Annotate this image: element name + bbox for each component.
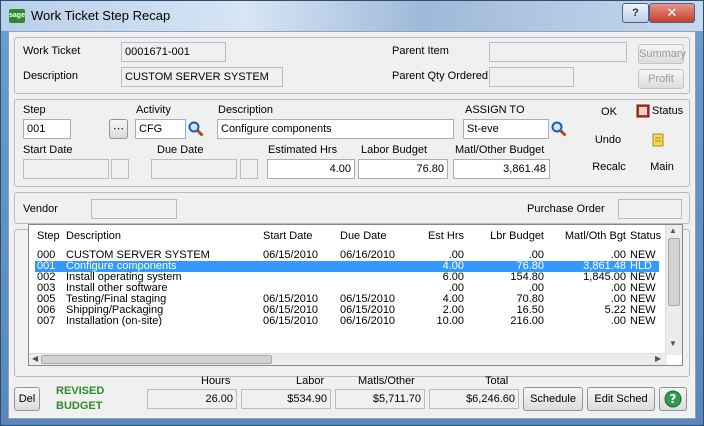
purchase-order-label: Purchase Order xyxy=(527,203,605,215)
parent-qty-label: Parent Qty Ordered xyxy=(392,70,488,82)
window-title: Work Ticket Step Recap xyxy=(31,8,171,23)
delete-button[interactable]: Del xyxy=(14,387,40,411)
undo-button[interactable]: Undo xyxy=(591,134,625,146)
est-hrs-label: Estimated Hrs xyxy=(268,144,338,156)
horizontal-scroll-thumb[interactable] xyxy=(41,355,272,364)
step-field[interactable]: 001 xyxy=(23,119,71,139)
step-description-label: Description xyxy=(218,104,274,116)
purchase-order-field xyxy=(618,199,682,219)
matl-budget-field[interactable]: 3,861.48 xyxy=(453,159,550,179)
matl-budget-label: Matl/Other Budget xyxy=(455,144,545,156)
labor-budget-label: Labor Budget xyxy=(361,144,428,156)
labor-budget-field[interactable]: 76.80 xyxy=(358,159,448,179)
column-header[interactable]: Est Hrs xyxy=(416,230,464,242)
matls-label: Matls/Other xyxy=(358,375,415,387)
recalc-button[interactable]: Recalc xyxy=(589,161,629,173)
column-header[interactable]: Description xyxy=(66,230,256,242)
table-cell[interactable]: 06/15/2010 xyxy=(263,315,333,327)
vendor-group: Vendor Purchase Order xyxy=(14,192,690,224)
notepad-icon[interactable] xyxy=(651,133,665,147)
summary-button[interactable]: Summary xyxy=(638,44,686,64)
table-cell[interactable]: .00 xyxy=(549,315,626,327)
budget-label: BUDGET xyxy=(56,400,103,412)
column-header[interactable]: Step xyxy=(37,230,65,242)
parent-qty-field xyxy=(489,67,574,87)
assign-search-icon[interactable] xyxy=(551,121,567,137)
table-cell[interactable]: 06/16/2010 xyxy=(340,315,410,327)
title-bar[interactable]: sage Work Ticket Step Recap ? ✕ xyxy=(1,1,703,31)
column-header[interactable]: Due Date xyxy=(340,230,410,242)
grand-total-field: $6,246.60 xyxy=(429,389,519,409)
due-date-calendar-button xyxy=(240,159,258,179)
description-label: Description xyxy=(23,70,79,82)
schedule-button[interactable]: Schedule xyxy=(523,387,583,411)
activity-field[interactable]: CFG xyxy=(135,119,186,139)
column-header[interactable]: Lbr Budget xyxy=(465,230,544,242)
vendor-label: Vendor xyxy=(23,203,58,215)
column-header[interactable]: Matl/Oth Bgt xyxy=(549,230,626,242)
column-header[interactable]: Status xyxy=(630,230,670,242)
total-label: Total xyxy=(485,375,509,387)
due-date-field xyxy=(151,159,237,179)
header-group: Work Ticket 0001671-001 Description CUST… xyxy=(14,37,690,94)
start-date-calendar-button xyxy=(111,159,129,179)
labor-total-field: $534.90 xyxy=(241,389,331,409)
step-lookup-button[interactable]: ⋯ xyxy=(109,119,128,139)
table-cell[interactable]: 007 xyxy=(37,315,65,327)
help-icon: ? xyxy=(664,390,682,408)
assign-to-field[interactable]: St-eve xyxy=(463,119,549,139)
status-button[interactable]: Status xyxy=(652,105,690,117)
due-date-label: Due Date xyxy=(157,144,204,156)
labor-label: Labor xyxy=(296,375,325,387)
edit-schedule-button[interactable]: Edit Sched xyxy=(587,387,655,411)
est-hrs-field[interactable]: 4.00 xyxy=(267,159,355,179)
svg-text:?: ? xyxy=(670,392,677,406)
vendor-field xyxy=(91,199,177,219)
hours-label: Hours xyxy=(201,375,231,387)
profit-button[interactable]: Profit xyxy=(638,69,684,89)
start-date-label: Start Date xyxy=(23,144,73,156)
step-group: Step 001 ⋯ Activity CFG Description Conf… xyxy=(14,99,690,187)
description-field: CUSTOM SERVER SYSTEM xyxy=(121,67,283,87)
table-cell[interactable]: NEW xyxy=(630,315,670,327)
table-cell[interactable]: 06/15/2010 xyxy=(263,249,333,261)
ok-button[interactable]: OK xyxy=(595,106,623,118)
window-frame: sage Work Ticket Step Recap ? ✕ Work Tic… xyxy=(0,0,704,426)
column-header[interactable]: Start Date xyxy=(263,230,333,242)
assign-to-label: ASSIGN TO xyxy=(465,104,525,116)
help-title-button[interactable]: ? xyxy=(622,3,649,23)
vertical-scrollbar[interactable]: ▲ ▼ xyxy=(665,225,682,355)
step-label: Step xyxy=(23,104,46,116)
table-cell[interactable]: 216.00 xyxy=(465,315,544,327)
horizontal-scrollbar[interactable]: ◀ ▶ xyxy=(29,353,667,365)
activity-label: Activity xyxy=(136,104,171,116)
parent-item-field xyxy=(489,42,627,62)
parent-item-label: Parent Item xyxy=(392,45,449,57)
steps-grid[interactable]: Step Description Start Date Due Date Est Hrs… xyxy=(28,224,683,366)
help-button[interactable]: ? xyxy=(659,387,687,411)
work-ticket-field: 0001671-001 xyxy=(121,42,226,62)
table-cell[interactable]: 06/16/2010 xyxy=(340,249,410,261)
step-description-field[interactable]: Configure components xyxy=(217,119,454,139)
start-date-field xyxy=(23,159,109,179)
vertical-scroll-thumb[interactable] xyxy=(668,238,680,306)
table-cell[interactable]: 10.00 xyxy=(416,315,464,327)
matls-total-field: $5,711.70 xyxy=(335,389,425,409)
revised-label: REVISED xyxy=(56,385,105,397)
sage-icon: sage xyxy=(9,9,25,23)
main-button[interactable]: Main xyxy=(647,161,677,173)
work-ticket-label: Work Ticket xyxy=(23,45,81,57)
activity-search-icon[interactable] xyxy=(188,121,204,137)
status-book-icon[interactable] xyxy=(636,104,650,118)
hours-total-field: 26.00 xyxy=(147,389,237,409)
table-cell[interactable]: Installation (on-site) xyxy=(66,315,256,327)
close-button[interactable]: ✕ xyxy=(649,3,695,23)
